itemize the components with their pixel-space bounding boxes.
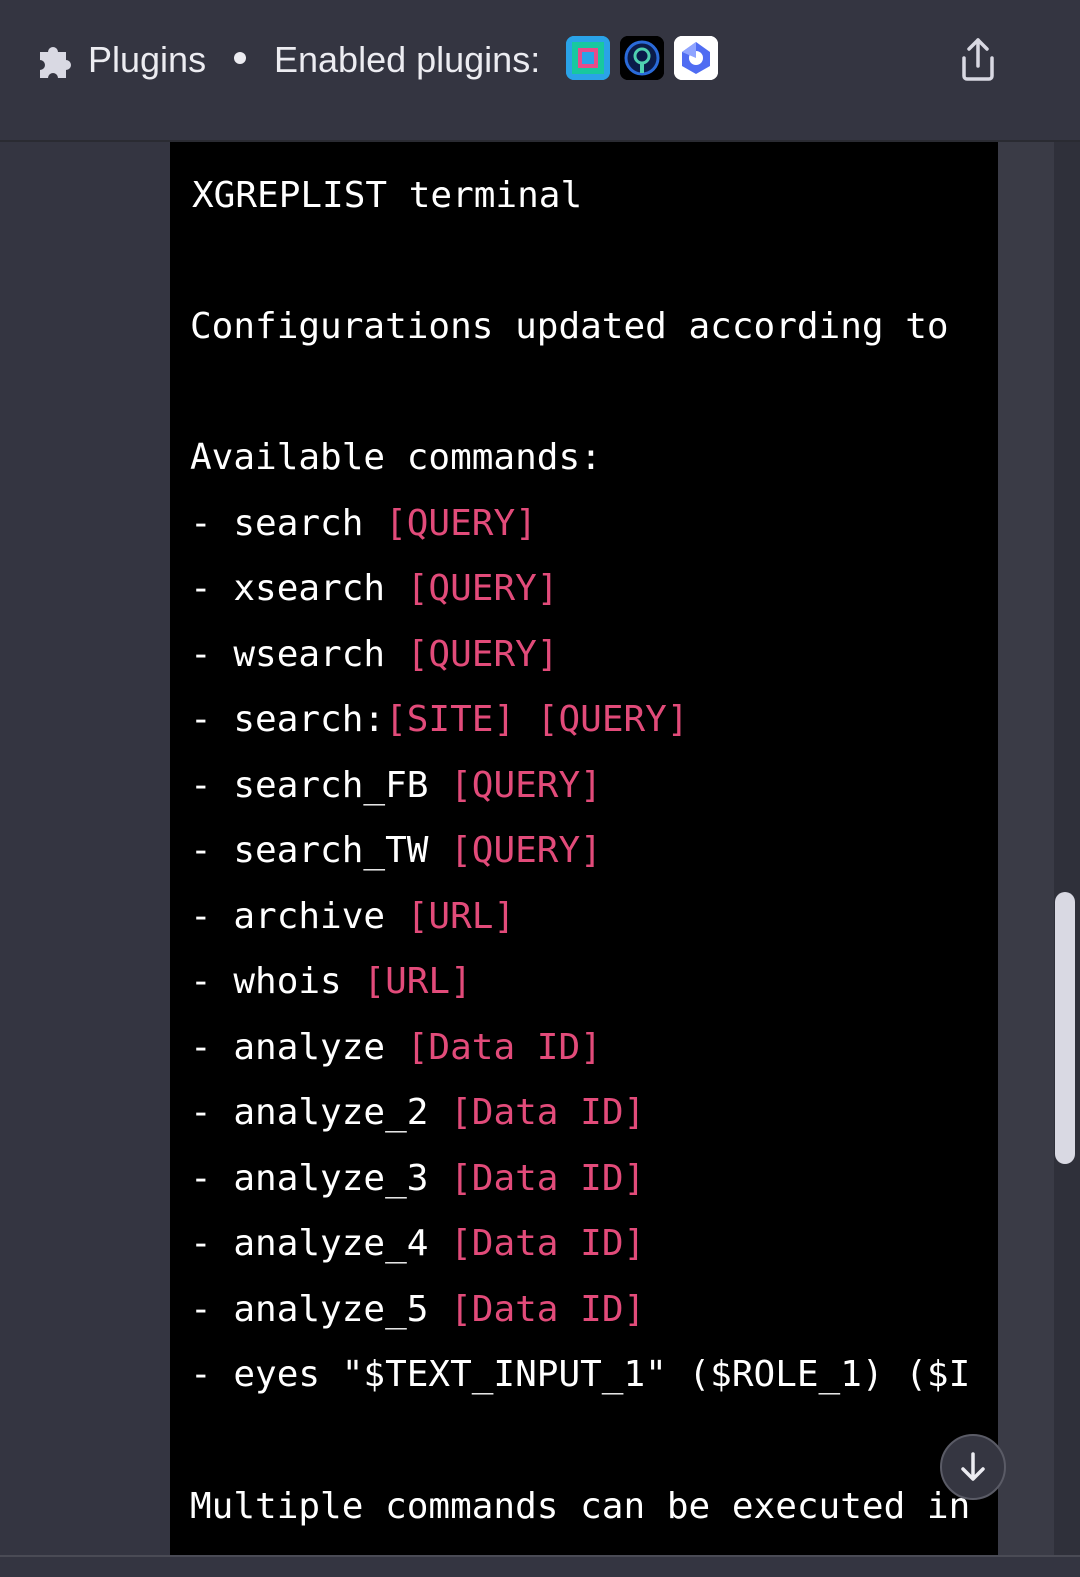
command-line: - analyze_5 [Data ID] (190, 1286, 645, 1334)
terminal-code-block: XGREPLIST terminal Configurations update… (170, 142, 998, 1577)
command-args: [Data ID] (406, 1027, 602, 1068)
command-name: xsearch (233, 568, 407, 609)
right-gutter (998, 142, 1054, 1577)
command-args: [URL] (406, 896, 516, 937)
command-name: - (190, 634, 234, 675)
command-name: search (233, 503, 386, 544)
command-name: search: (233, 699, 386, 740)
command-args: [QUERY] (450, 830, 602, 871)
command-args: [Data ID] (450, 1223, 646, 1264)
command-name: analyze_5 (233, 1289, 451, 1330)
command-name: analyze (233, 1027, 407, 1068)
command-line: - analyze_2 [Data ID] (190, 1089, 645, 1137)
share-icon[interactable] (950, 32, 1006, 88)
command-line: - analyze_3 [Data ID] (190, 1155, 645, 1203)
command-args: [QUERY] (406, 568, 559, 609)
scrollbar-track[interactable] (1054, 142, 1080, 1577)
plugin-icon-2[interactable] (620, 36, 664, 80)
command-name: - (190, 896, 234, 937)
command-args: [QUERY] (450, 765, 602, 806)
command-args: [Data ID] (450, 1158, 646, 1199)
command-line: - wsearch [QUERY] (190, 631, 558, 679)
command-name: - (190, 830, 234, 871)
content-area: XGREPLIST terminal Configurations update… (0, 142, 1080, 1577)
command-name: - (190, 699, 234, 740)
command-name: archive (233, 896, 407, 937)
command-args: [Data ID] (450, 1289, 646, 1330)
scroll-down-button[interactable] (940, 1434, 1006, 1500)
command-line: - analyze [Data ID] (190, 1024, 602, 1072)
command-line: - search [QUERY] (190, 500, 537, 548)
puzzle-icon (40, 47, 71, 78)
command-name: whois (233, 961, 364, 1002)
command-line: - search_TW [QUERY] (190, 827, 602, 875)
commands-heading: Available commands: (190, 437, 602, 478)
arrow-down-icon (961, 1452, 985, 1481)
plugin-icon-1[interactable] (566, 36, 610, 80)
command-name: - (190, 765, 234, 806)
command-args: [URL] (363, 961, 472, 1002)
command-line: - xsearch [QUERY] (190, 565, 558, 613)
scrollbar-thumb[interactable] (1055, 892, 1075, 1164)
command-line: - search:[SITE] [QUERY] (190, 696, 689, 744)
command-name: - (190, 1289, 234, 1330)
bottom-strip (0, 1555, 1080, 1577)
command-name: analyze_4 (233, 1223, 451, 1264)
command-name: search_TW (233, 830, 451, 871)
command-name: - (190, 503, 234, 544)
command-name: analyze_3 (233, 1158, 451, 1199)
enabled-plugins-label: Enabled plugins: (274, 39, 541, 80)
command-line: - search_FB [QUERY] (190, 762, 602, 810)
command-name: - (190, 568, 234, 609)
command-name: - (190, 1158, 234, 1199)
eyes-command-line: - eyes "$TEXT_INPUT_1" ($ROLE_1) ($I (190, 1354, 971, 1395)
config-line: Configurations updated according to (190, 306, 949, 347)
plugins-label: Plugins (88, 39, 207, 80)
footer-line: Multiple commands can be executed in (190, 1486, 971, 1527)
top-bar: Plugins Enabled plugins: (0, 0, 1080, 142)
command-args: [QUERY] (406, 634, 559, 675)
command-args: [QUERY] (385, 503, 537, 544)
command-name: - (190, 1223, 234, 1264)
command-line: - analyze_4 [Data ID] (190, 1220, 645, 1268)
left-gutter (0, 142, 170, 1577)
command-args: [Data ID] (450, 1092, 646, 1133)
plugin-icon-3[interactable] (674, 36, 718, 80)
command-name: wsearch (233, 634, 407, 675)
separator-dot (234, 52, 246, 64)
command-line: - whois [URL] (190, 958, 472, 1006)
command-args: [SITE] [QUERY] (385, 699, 689, 740)
command-line: - archive [URL] (190, 893, 515, 941)
command-name: analyze_2 (233, 1092, 451, 1133)
command-name: - (190, 1027, 234, 1068)
command-name: search_FB (233, 765, 451, 806)
command-name: - (190, 961, 234, 1002)
command-name: - (190, 1092, 234, 1133)
terminal-title: XGREPLIST terminal (192, 175, 583, 216)
